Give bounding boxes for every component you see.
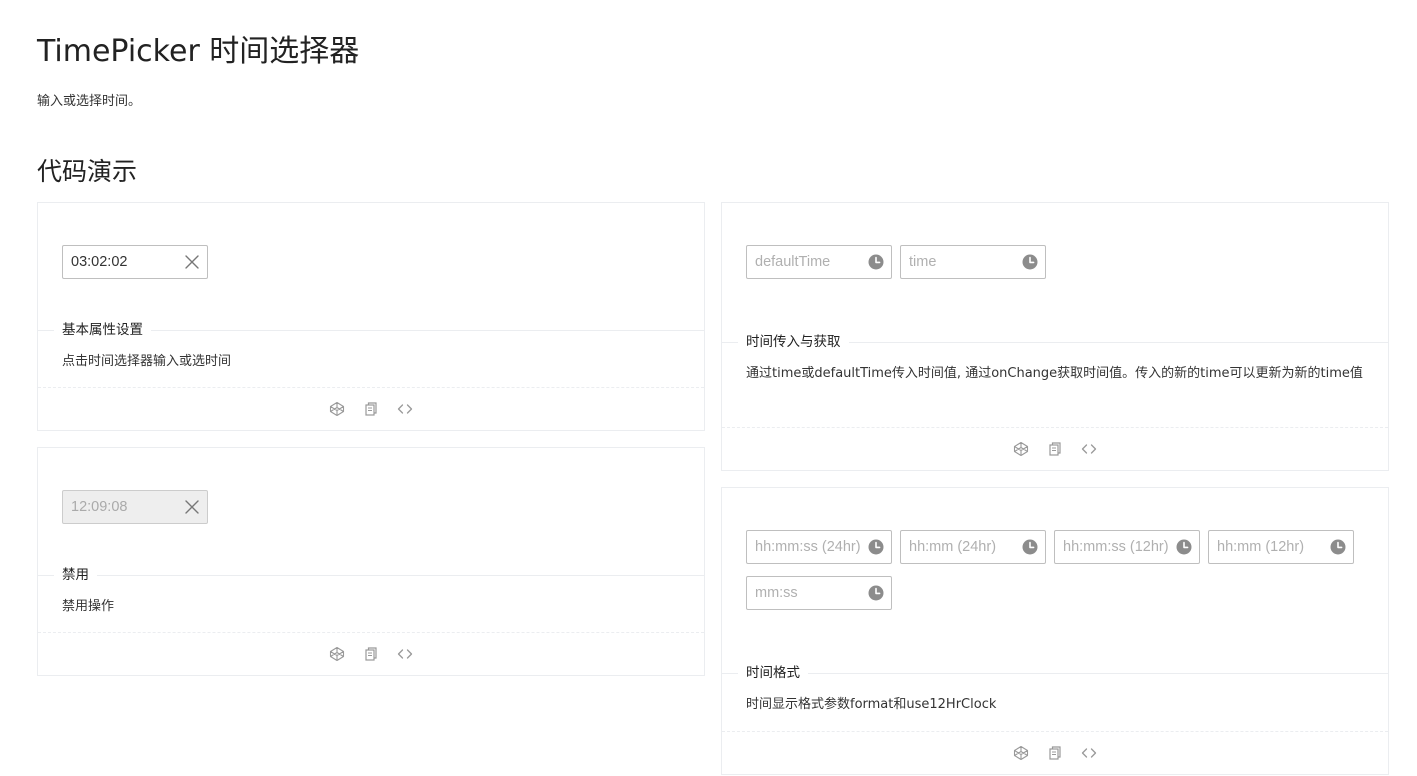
codepen-icon[interactable] <box>327 399 347 419</box>
clock-icon <box>1169 531 1199 563</box>
demo-actions-disabled <box>38 632 704 675</box>
time-picker-format-mmss[interactable] <box>746 576 892 610</box>
time-input-time[interactable] <box>901 246 1015 278</box>
close-icon[interactable] <box>177 246 207 278</box>
demo-title-format: 时间格式 <box>738 663 808 683</box>
demo-description-basic: 点击时间选择器输入或选时间 <box>62 354 232 369</box>
demo-card-controlled: 时间传入与获取 通过time或defaultTime传入时间值, 通过onCha… <box>721 202 1389 471</box>
demo-card-disabled: 禁用 禁用操作 <box>37 447 705 676</box>
codepen-icon[interactable] <box>1011 743 1031 763</box>
time-picker-time[interactable] <box>900 245 1046 279</box>
time-picker-format-hhmm-12[interactable] <box>1208 530 1354 564</box>
demo-title-divider: 基本属性设置 <box>38 320 704 340</box>
demo-description-controlled: 通过time或defaultTime传入时间值, 通过onChange获取时间值… <box>746 366 1363 381</box>
code-icon[interactable] <box>1079 439 1099 459</box>
clock-icon <box>861 246 891 278</box>
demo-preview-disabled <box>62 490 680 536</box>
demo-description-disabled: 禁用操作 <box>62 599 115 614</box>
time-input-default-time[interactable] <box>747 246 861 278</box>
demo-title-controlled: 时间传入与获取 <box>738 332 849 352</box>
page-description: 输入或选择时间。 <box>37 94 142 109</box>
time-picker-format-hhmmss-12[interactable] <box>1054 530 1200 564</box>
demo-preview-controlled <box>746 245 1364 291</box>
demo-card-basic: 基本属性设置 点击时间选择器输入或选时间 <box>37 202 705 431</box>
time-picker-default-time[interactable] <box>746 245 892 279</box>
code-icon[interactable] <box>395 644 415 664</box>
time-picker-disabled <box>62 490 208 524</box>
demo-title-divider: 禁用 <box>38 565 704 585</box>
time-picker-format-hhmmss-24[interactable] <box>746 530 892 564</box>
codepen-icon[interactable] <box>1011 439 1031 459</box>
time-input-basic[interactable] <box>63 246 177 278</box>
copy-icon[interactable] <box>361 644 381 664</box>
close-icon <box>177 491 207 523</box>
time-input-format-mmss[interactable] <box>747 577 861 609</box>
time-input-format-hhmmss-24[interactable] <box>747 531 861 563</box>
demo-description-format: 时间显示格式参数format和use12HrClock <box>746 697 997 712</box>
time-input-disabled <box>63 491 177 523</box>
demo-actions-basic <box>38 387 704 430</box>
demo-actions-format <box>722 731 1388 774</box>
clock-icon <box>861 531 891 563</box>
demo-title-disabled: 禁用 <box>54 565 97 585</box>
time-picker-format-hhmm-24[interactable] <box>900 530 1046 564</box>
time-input-format-hhmm-24[interactable] <box>901 531 1015 563</box>
code-icon[interactable] <box>1079 743 1099 763</box>
demo-title-basic: 基本属性设置 <box>54 320 151 340</box>
section-title: 代码演示 <box>37 157 138 186</box>
copy-icon[interactable] <box>1045 743 1065 763</box>
clock-icon <box>1323 531 1353 563</box>
demo-title-divider: 时间格式 <box>722 663 1388 683</box>
codepen-icon[interactable] <box>327 644 347 664</box>
time-input-format-hhmmss-12[interactable] <box>1055 531 1169 563</box>
time-input-format-hhmm-12[interactable] <box>1209 531 1323 563</box>
copy-icon[interactable] <box>361 399 381 419</box>
code-icon[interactable] <box>395 399 415 419</box>
page-title: TimePicker 时间选择器 <box>37 34 360 69</box>
clock-icon <box>1015 531 1045 563</box>
demo-preview-basic <box>62 245 680 291</box>
demo-title-divider: 时间传入与获取 <box>722 332 1388 352</box>
demo-card-format: 时间格式 时间显示格式参数format和use12HrClock <box>721 487 1389 775</box>
time-picker-basic[interactable] <box>62 245 208 279</box>
demo-preview-format <box>746 530 1364 622</box>
clock-icon <box>861 577 891 609</box>
demo-actions-controlled <box>722 427 1388 470</box>
clock-icon <box>1015 246 1045 278</box>
copy-icon[interactable] <box>1045 439 1065 459</box>
